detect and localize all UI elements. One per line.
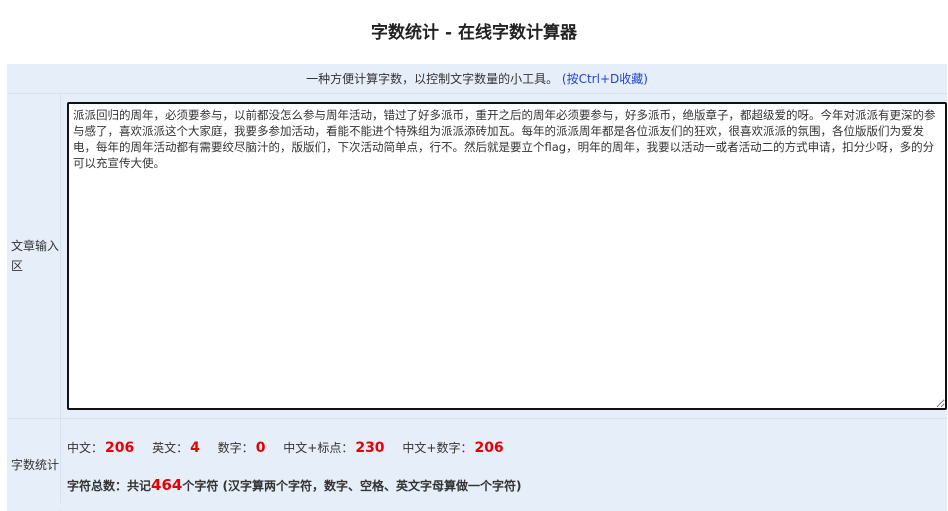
input-row: 文章输入区 派派回归的周年，必须要参与，以前都没怎么参与周年活动，错过了好多派币… [7, 94, 947, 419]
tip-row: 一种方便计算字数，以控制文字数量的小工具。 (按Ctrl+D收藏) [7, 64, 947, 94]
bottom-strip [7, 503, 947, 510]
stat-chinese-digits-value: 206 [474, 440, 503, 456]
stats-total: 字符总数：共记464个字符 (汉字算两个字符，数字、空格、英文字母算做一个字符) [67, 476, 947, 494]
stat-chinese: 中文：206 [67, 441, 134, 455]
stat-english: 英文：4 [152, 441, 200, 455]
total-value: 464 [151, 476, 182, 494]
stats-counts: 中文：206 英文：4 数字：0 中文+标点：230 中文+数字：206 [67, 439, 947, 456]
stat-label: 中文+数字： [402, 441, 472, 455]
stat-digits-value: 0 [256, 440, 266, 456]
total-suffix: 个字符 (汉字算两个字符，数字、空格、英文字母算做一个字符) [182, 479, 521, 493]
stat-english-value: 4 [190, 440, 200, 456]
tip-text: 一种方便计算字数，以控制文字数量的小工具。 [306, 72, 558, 86]
counter-table: 一种方便计算字数，以控制文字数量的小工具。 (按Ctrl+D收藏) 文章输入区 … [7, 64, 947, 511]
stat-label: 数字： [218, 441, 254, 455]
stat-label: 英文： [152, 441, 188, 455]
stats-label: 字数统计 [7, 419, 61, 511]
stats-cell: 中文：206 英文：4 数字：0 中文+标点：230 中文+数字：206 字符总… [61, 419, 948, 511]
stat-chinese-value: 206 [105, 440, 134, 456]
stat-digits: 数字：0 [218, 441, 266, 455]
stat-label: 中文： [67, 441, 103, 455]
article-textarea[interactable]: 派派回归的周年，必须要参与，以前都没怎么参与周年活动，错过了好多派币，重开之后的… [67, 102, 947, 410]
total-prefix: 字符总数：共记 [67, 479, 151, 493]
stat-chinese-digits: 中文+数字：206 [402, 441, 503, 455]
input-label: 文章输入区 [7, 94, 61, 419]
page-title: 字数统计 - 在线字数计算器 [0, 0, 948, 66]
stat-label: 中文+标点： [283, 441, 353, 455]
bookmark-link[interactable]: (按Ctrl+D收藏) [562, 72, 648, 86]
stat-chinese-punct-value: 230 [355, 440, 384, 456]
stat-chinese-punct: 中文+标点：230 [283, 441, 384, 455]
stats-row: 字数统计 中文：206 英文：4 数字：0 中文+标点：230 中文+数字：20… [7, 419, 947, 511]
tip-cell: 一种方便计算字数，以控制文字数量的小工具。 (按Ctrl+D收藏) [7, 64, 947, 94]
input-cell: 派派回归的周年，必须要参与，以前都没怎么参与周年活动，错过了好多派币，重开之后的… [61, 94, 948, 419]
